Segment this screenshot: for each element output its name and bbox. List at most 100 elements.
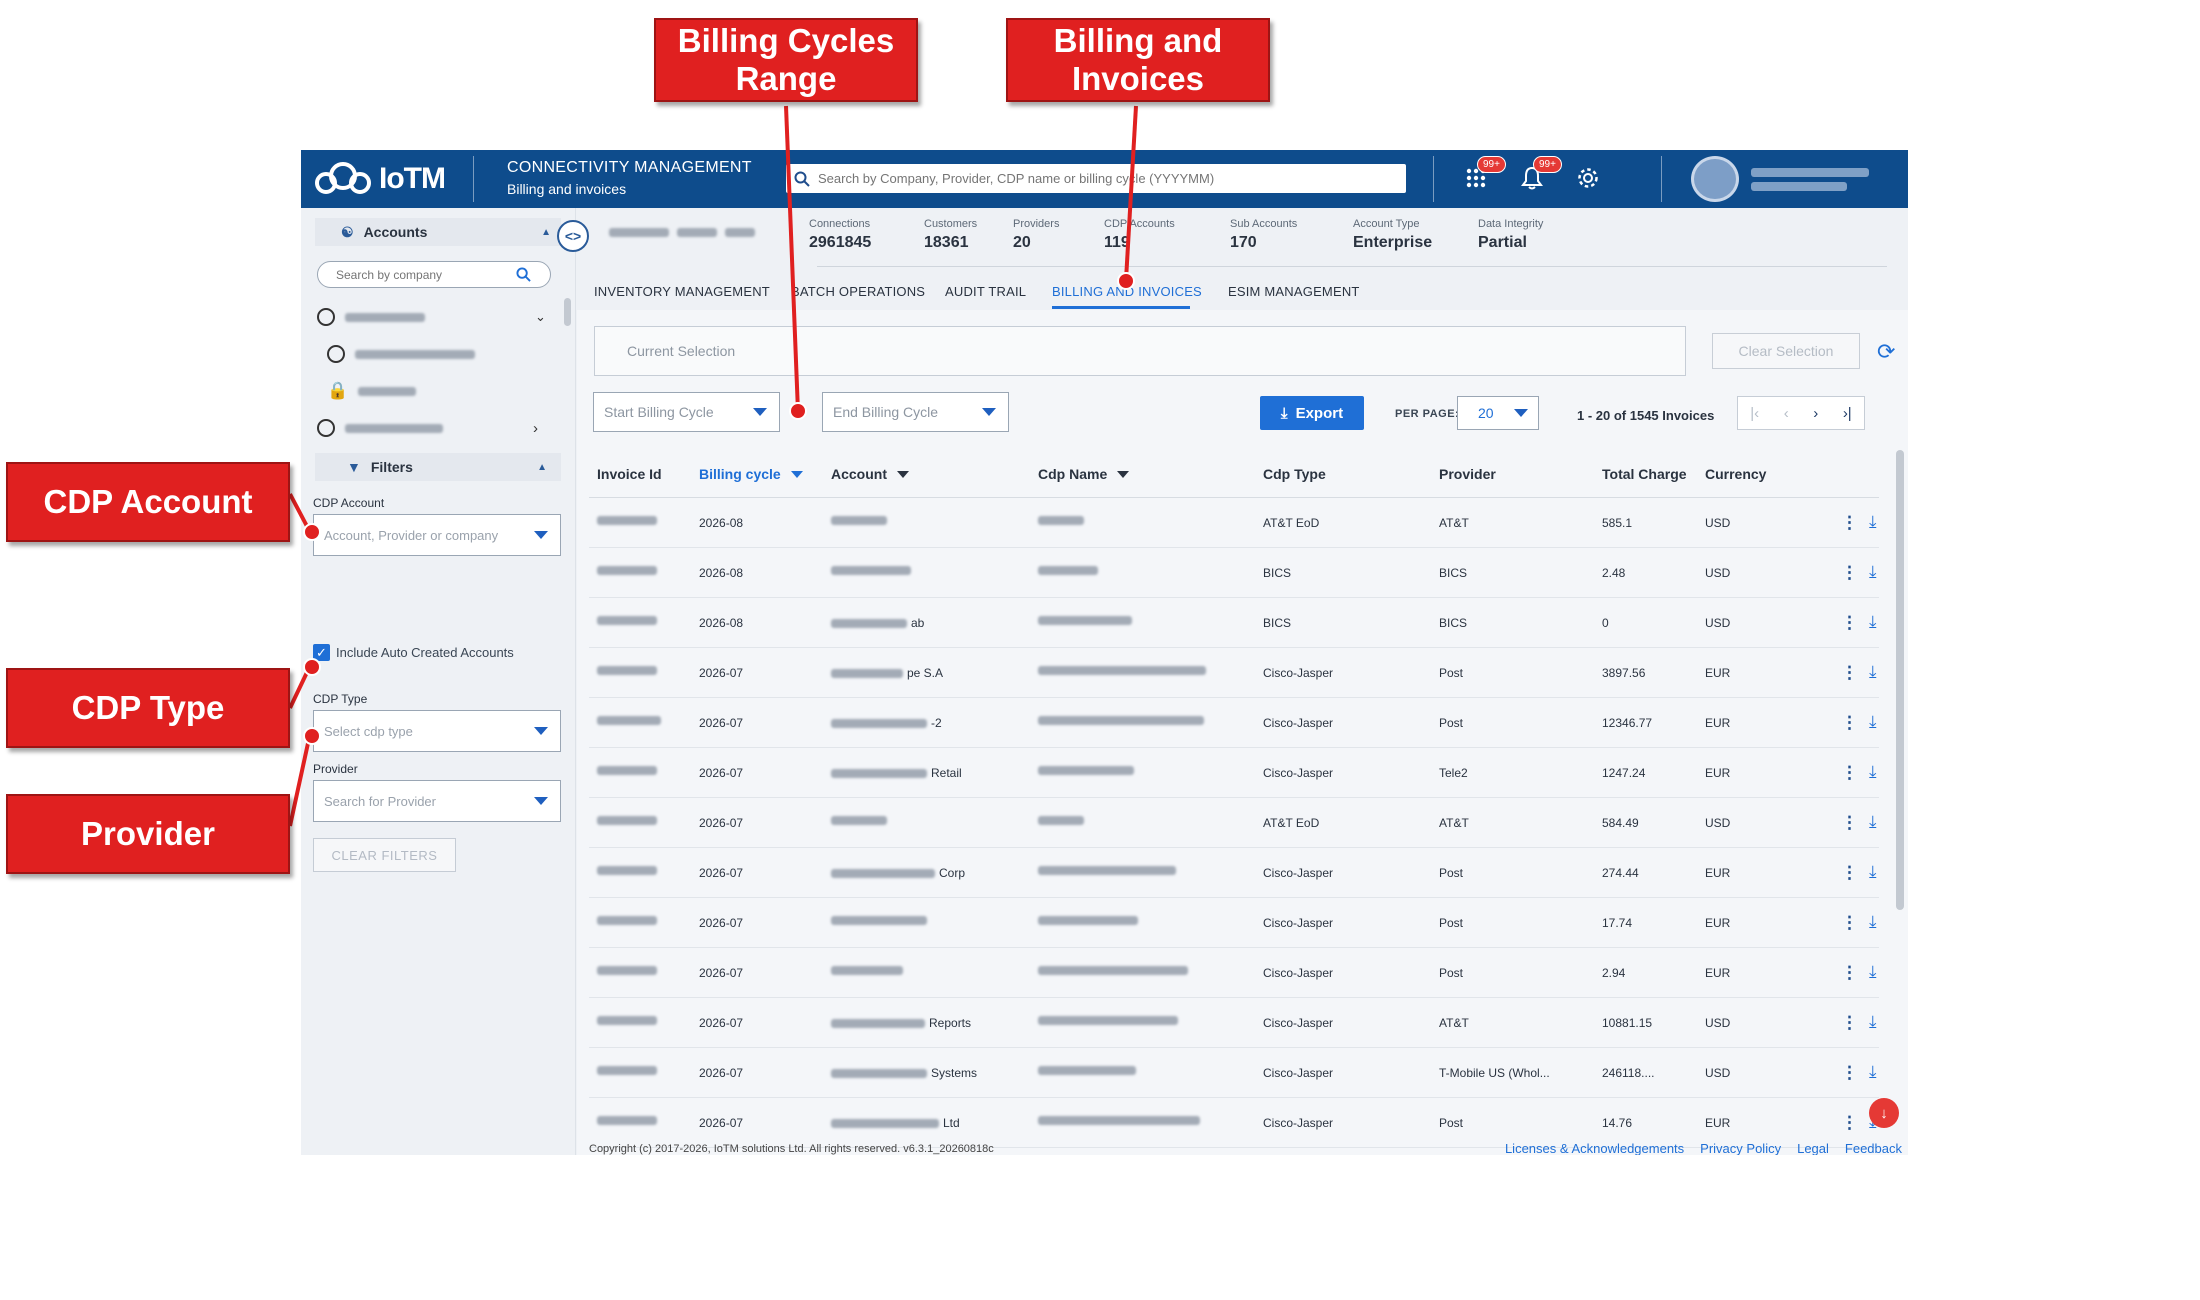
table-row[interactable]: 2026-08 AT&T EoD AT&T 585.1 USD ⋮ ⤓ [589,498,1879,548]
tab-audit-trail[interactable]: AUDIT TRAIL [945,284,1026,299]
download-icon[interactable]: ⤓ [1869,1062,1877,1082]
cell-total-charge: 1247.24 [1602,766,1646,780]
account-tree-item[interactable]: › [317,416,538,440]
company-search-input[interactable] [336,267,516,282]
table-row[interactable]: 2026-07 Retail Cisco-Jasper Tele2 1247.24 EUR… [589,748,1879,798]
tab-inventory-management[interactable]: INVENTORY MANAGEMENT [594,284,770,299]
more-vert-icon[interactable]: ⋮ [1841,513,1858,533]
chevron-up-icon[interactable]: ▲ [537,462,547,473]
chevron-right-icon[interactable]: › [533,420,538,437]
export-button[interactable]: ⤓ Export [1260,396,1364,430]
chevron-down-icon[interactable]: ⌄ [535,309,546,325]
next-page-icon[interactable]: › [1813,405,1818,422]
invoices-table: Invoice Id Billing cycle Account Cdp Nam… [589,450,1879,1148]
col-provider[interactable]: Provider [1439,466,1496,482]
user-menu[interactable] [1691,156,1869,202]
table-row[interactable]: 2026-08 BICS BICS 2.48 USD ⋮ ⤓ [589,548,1879,598]
company-search[interactable] [317,261,551,288]
cell-billing-cycle: 2026-07 [699,916,744,930]
link-licenses[interactable]: Licenses & Acknowledgements [1505,1141,1684,1155]
cell-currency: EUR [1705,766,1731,780]
download-icon[interactable]: ⤓ [1869,1012,1877,1032]
refresh-icon[interactable]: ⟳ [1877,339,1895,365]
more-vert-icon[interactable]: ⋮ [1841,1013,1858,1033]
first-page-icon[interactable]: |‹ [1750,405,1759,422]
stat-account-type: Account Type Enterprise [1353,218,1433,251]
apps-grid-icon[interactable]: 99+ [1461,156,1506,194]
iotm-logo[interactable]: IoTM [315,158,446,200]
account-tree-item[interactable] [327,342,475,366]
download-icon[interactable]: ⤓ [1869,712,1877,732]
download-icon[interactable]: ⤓ [1869,762,1877,782]
clear-filters-button[interactable]: CLEAR FILTERS [313,838,456,872]
gear-icon[interactable] [1573,162,1603,194]
link-legal[interactable]: Legal [1797,1141,1829,1155]
chevron-up-icon[interactable]: ▲ [541,227,551,238]
cdp-type-select[interactable]: Select cdp type [313,710,561,752]
more-vert-icon[interactable]: ⋮ [1841,813,1858,833]
col-account[interactable]: Account [831,466,909,482]
start-billing-cycle-select[interactable]: Start Billing Cycle [593,392,780,432]
table-row[interactable]: 2026-07 Systems Cisco-Jasper T-Mobile US (W… [589,1048,1879,1098]
account-tree-item[interactable]: 🔒 [327,379,417,403]
last-page-icon[interactable]: ›| [1843,405,1852,422]
col-billing-cycle[interactable]: Billing cycle [699,466,803,482]
download-icon[interactable]: ⤓ [1869,962,1877,982]
global-search-input[interactable] [818,171,1398,186]
more-vert-icon[interactable]: ⋮ [1841,763,1858,783]
dropdown-caret-icon [534,797,548,805]
clear-selection-button[interactable]: Clear Selection [1712,333,1860,369]
more-vert-icon[interactable]: ⋮ [1841,713,1858,733]
cell-total-charge: 3897.56 [1602,666,1646,680]
table-row[interactable]: 2026-07 -2 Cisco-Jasper Post 12346.77 EUR ⋮ ⤓ [589,698,1879,748]
bell-icon[interactable]: 99+ [1517,156,1562,194]
more-vert-icon[interactable]: ⋮ [1841,913,1858,933]
download-icon[interactable]: ⤓ [1869,612,1877,632]
prev-page-icon[interactable]: ‹ [1784,405,1789,422]
global-search[interactable] [786,164,1406,193]
link-privacy[interactable]: Privacy Policy [1700,1141,1781,1155]
table-row[interactable]: 2026-07 Reports Cisco-Jasper AT&T 10881.15 US… [589,998,1879,1048]
account-tree-item[interactable]: ⌄ [317,305,546,329]
cdp-account-select[interactable]: Account, Provider or company [313,514,561,556]
table-row[interactable]: 2026-07 AT&T EoD AT&T 584.49 USD ⋮ ⤓ [589,798,1879,848]
table-row[interactable]: 2026-07 Cisco-Jasper Post 2.94 EUR ⋮ ⤓ [589,948,1879,998]
col-currency[interactable]: Currency [1705,466,1766,482]
tab-esim-management[interactable]: ESIM MANAGEMENT [1228,284,1360,299]
cell-cdp-name [1038,866,1176,875]
redacted-text [345,312,425,322]
include-auto-created-checkbox[interactable]: ✓ Include Auto Created Accounts [313,644,514,661]
col-cdp-type[interactable]: Cdp Type [1263,466,1326,482]
more-vert-icon[interactable]: ⋮ [1841,963,1858,983]
download-icon[interactable]: ⤓ [1869,562,1877,582]
more-vert-icon[interactable]: ⋮ [1841,1063,1858,1083]
more-vert-icon[interactable]: ⋮ [1841,613,1858,633]
provider-select[interactable]: Search for Provider [313,780,561,822]
download-icon[interactable]: ⤓ [1869,812,1877,832]
download-icon[interactable]: ⤓ [1869,912,1877,932]
tab-batch-operations[interactable]: BATCH OPERATIONS [791,284,925,299]
scroll-down-icon[interactable]: ↓ [1869,1098,1899,1128]
table-row[interactable]: 2026-08 ab BICS BICS 0 USD ⋮ ⤓ [589,598,1879,648]
more-vert-icon[interactable]: ⋮ [1841,1113,1858,1133]
cell-provider: Post [1439,966,1464,980]
more-vert-icon[interactable]: ⋮ [1841,663,1858,683]
end-billing-cycle-select[interactable]: End Billing Cycle [822,392,1009,432]
more-vert-icon[interactable]: ⋮ [1841,563,1858,583]
accounts-header[interactable]: ☯ Accounts ▲ [315,218,561,246]
filters-header[interactable]: ▼ Filters ▲ [315,453,561,481]
col-cdp-name[interactable]: Cdp Name [1038,466,1130,482]
link-feedback[interactable]: Feedback [1845,1141,1902,1155]
per-page-select[interactable]: 20 [1457,396,1539,430]
table-row[interactable]: 2026-07 Corp Cisco-Jasper Post 274.44 EUR ⋮ ⤓ [589,848,1879,898]
table-row[interactable]: 2026-07 pe S.A Cisco-Jasper Post 3897.56 EUR ⋮… [589,648,1879,698]
col-total-charge[interactable]: Total Charge [1602,466,1687,482]
table-row[interactable]: 2026-07 Cisco-Jasper Post 17.74 EUR ⋮ ⤓ [589,898,1879,948]
sidebar-scrollbar[interactable] [564,298,571,326]
more-vert-icon[interactable]: ⋮ [1841,863,1858,883]
download-icon[interactable]: ⤓ [1869,862,1877,882]
table-scrollbar[interactable] [1896,450,1904,910]
download-icon[interactable]: ⤓ [1869,512,1877,532]
download-icon[interactable]: ⤓ [1869,662,1877,682]
col-invoice-id[interactable]: Invoice Id [597,466,662,482]
